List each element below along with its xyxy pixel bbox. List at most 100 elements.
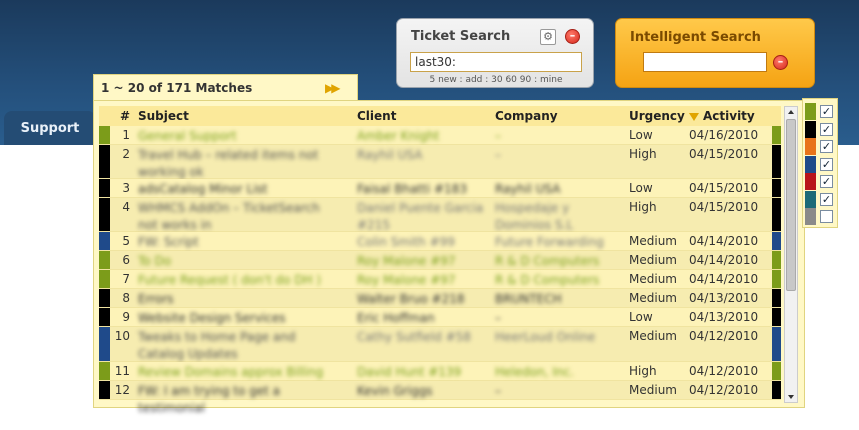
row-urgency: Medium [629,291,677,305]
scroll-up-icon[interactable] [788,110,794,114]
row-activity: 04/12/2010 [689,364,759,378]
settings-icon[interactable]: ⚙ [540,29,556,45]
row-urgency: Medium [629,253,677,267]
scroll-thumb[interactable] [786,119,796,291]
filter-checkbox[interactable]: ✓ [820,140,833,153]
row-num: 2 [122,147,130,161]
color-swatch [805,138,816,155]
row-subject[interactable]: adsCatalog Minor List [138,181,343,198]
intelligent-search-input[interactable] [643,52,767,72]
row-num: 1 [122,128,130,142]
row-color-bar-right [772,270,781,288]
sort-desc-icon [689,112,699,121]
color-filter-item: ✓ [805,103,837,120]
table-row[interactable]: 9 Website Design Services Eric Hoffman – Low… [99,308,781,327]
row-num: 10 [114,329,130,343]
row-urgency: Low [629,310,653,324]
close-icon[interactable]: – [565,29,580,44]
row-color-bar-right [772,362,781,380]
table-row[interactable]: 2 Travel Hub – related items not working … [99,145,781,179]
color-swatch [805,103,816,120]
row-client: Kevin Griggs [357,384,433,398]
filter-checkbox[interactable]: ✓ [820,105,833,118]
ticket-search-input[interactable] [410,52,582,72]
col-client[interactable]: Client [357,109,396,123]
results-summary: 1 ~ 20 of 171 Matches [101,81,253,95]
color-swatch [805,155,816,173]
filter-checkbox[interactable]: ✓ [820,122,833,136]
color-filter-item: ✓ [805,173,837,190]
row-company: R & D Computers [495,273,600,287]
row-company: Rayhil USA [495,182,561,196]
clear-icon[interactable]: – [773,55,788,70]
row-subject[interactable]: Future Request ( don't do DH ) [138,272,343,289]
row-company: HeerLoud Online [495,330,596,344]
row-color-bar-right [772,308,781,326]
row-color-bar [99,327,110,361]
row-color-bar-right [772,327,781,361]
color-swatch [805,208,816,225]
row-subject[interactable]: FW: I am trying to get a testimonial [138,383,343,417]
col-company[interactable]: Company [495,109,558,123]
col-activity[interactable]: Activity [689,109,755,123]
row-activity: 04/15/2010 [689,147,759,161]
table-row[interactable]: 4 WHMCS AddOn – TicketSearch not works in… [99,198,781,232]
filter-checkbox[interactable]: ✓ [820,157,833,171]
row-subject[interactable]: General Support [138,128,343,145]
row-color-bar [99,308,110,326]
row-color-bar-right [772,232,781,250]
row-subject[interactable]: Review Domains approx Billing [138,364,343,381]
table-row[interactable]: 10 Tweaks to Home Page and Catalog Update… [99,327,781,362]
row-company: – [495,129,501,143]
row-color-bar [99,179,110,197]
filter-checkbox[interactable]: ✓ [820,175,833,188]
row-color-bar-right [772,381,781,399]
row-client: Amber Knight [357,129,440,143]
scroll-down-icon[interactable] [788,395,794,399]
row-subject[interactable]: Travel Hub – related items not working o… [138,147,343,181]
row-color-bar-right [772,145,781,178]
row-subject[interactable]: Errors [138,291,343,308]
scrollbar[interactable] [784,106,798,403]
nav-tab-support[interactable]: Support [4,111,96,145]
col-urgency[interactable]: Urgency [629,109,685,123]
table-row[interactable]: 7 Future Request ( don't do DH ) Roy Malon… [99,270,781,289]
row-subject[interactable]: To Do [138,253,343,270]
row-subject[interactable]: Tweaks to Home Page and Catalog Updates [138,329,343,363]
table-row[interactable]: 6 To Do Roy Malone #97 R & D Computers Mediu… [99,251,781,270]
filter-checkbox[interactable]: ✓ [820,192,833,206]
ticket-search-hint[interactable]: 5 new : add : 30 60 90 : mine [397,75,595,85]
row-client: Cathy Sutfield #58 [357,330,471,344]
row-subject[interactable]: WHMCS AddOn – TicketSearch not works in [138,200,343,234]
color-swatch [805,173,816,190]
row-activity: 04/14/2010 [689,253,759,267]
row-subject[interactable]: FW: Script [138,234,343,251]
table-row[interactable]: 12 FW: I am trying to get a testimonial Ke… [99,381,781,415]
table-row[interactable]: 3 adsCatalog Minor List Faisal Bhatti #183… [99,179,781,198]
row-client: Roy Malone #97 [357,254,456,268]
table-row[interactable]: 11 Review Domains approx Billing David Hun… [99,362,781,381]
results-summary-tab: 1 ~ 20 of 171 Matches ▶▶ [93,74,358,101]
col-num[interactable]: # [120,109,130,123]
col-subject[interactable]: Subject [138,109,189,123]
row-color-bar [99,251,110,269]
table-row[interactable]: 1 General Support Amber Knight – Low 04/16/20… [99,126,781,145]
row-company: BRUNTECH [495,292,562,306]
table-row[interactable]: 5 FW: Script Colin Smith #99 Future Forward… [99,232,781,251]
table-row[interactable]: 8 Errors Walter Bruo #218 BRUNTECH Medium 04/… [99,289,781,308]
row-color-bar [99,232,110,250]
row-client: Colin Smith #99 [357,235,455,249]
row-color-bar-right [772,179,781,197]
row-client: Rayhil USA [357,148,423,162]
row-company: – [495,148,501,162]
row-activity: 04/12/2010 [689,383,759,397]
row-client: Roy Malone #97 [357,273,456,287]
filter-checkbox[interactable] [820,210,833,223]
row-color-bar [99,289,110,307]
fast-forward-icon[interactable]: ▶▶ [325,81,341,95]
color-filter-item: ✓ [805,190,837,208]
row-activity: 04/16/2010 [689,128,759,142]
color-filter-item: ✓ [805,120,837,138]
row-subject[interactable]: Website Design Services [138,310,343,327]
row-num: 4 [122,200,130,214]
